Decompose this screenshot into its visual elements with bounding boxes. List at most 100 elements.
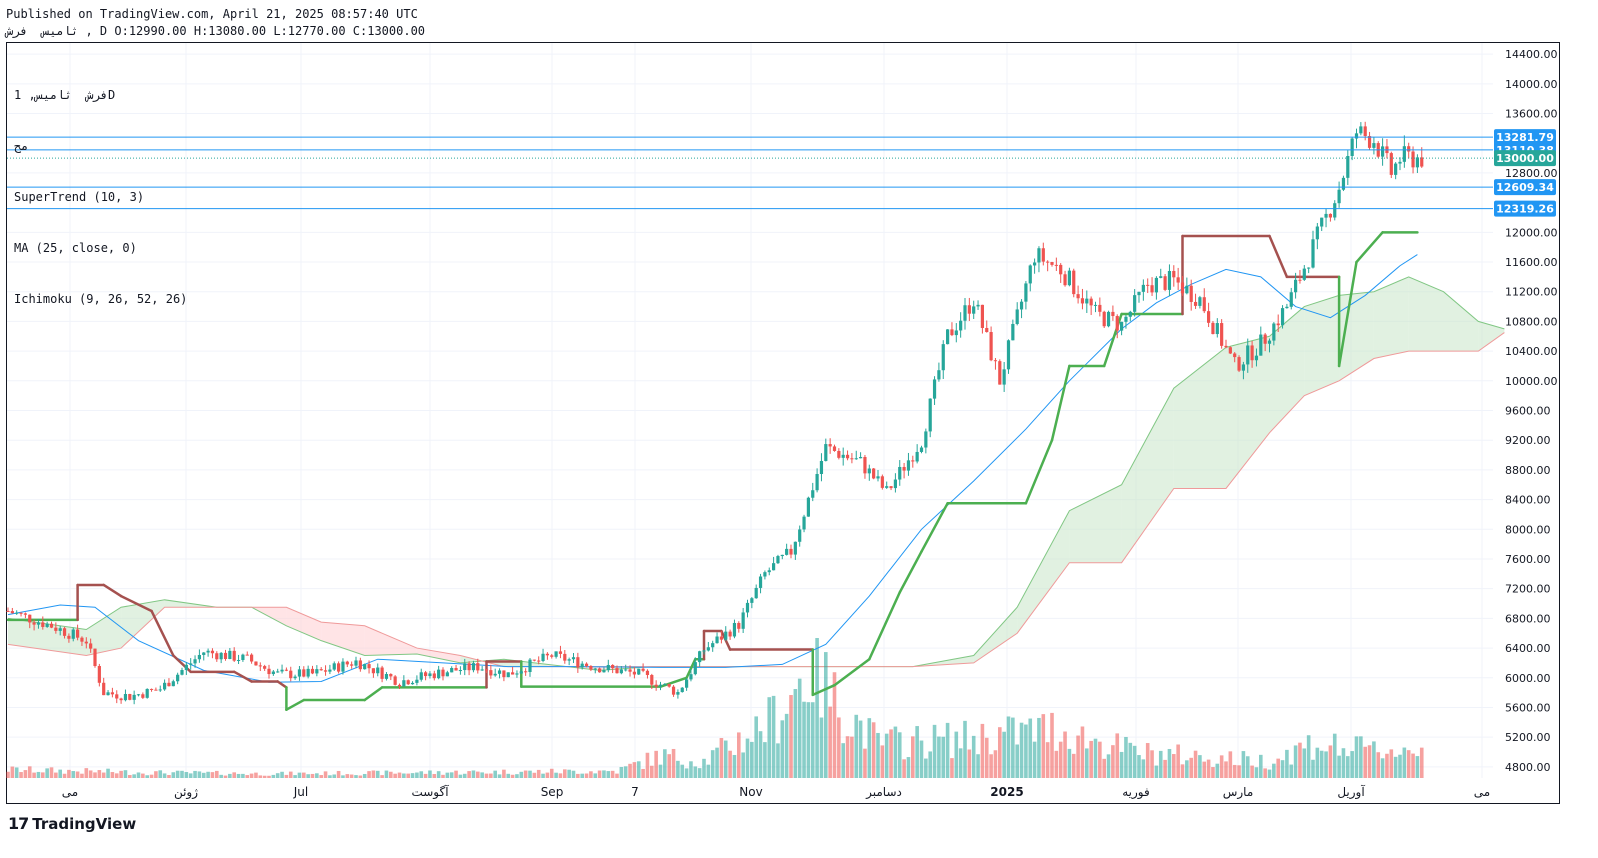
volume-bar xyxy=(1311,759,1315,778)
volume-bar xyxy=(1180,764,1185,778)
candle-body xyxy=(528,659,532,673)
legend-symbol[interactable]: فرش ثامیس, 1D xyxy=(14,87,187,104)
price-tick-label: 8400.00 xyxy=(1505,494,1551,507)
volume-bar xyxy=(197,771,202,778)
candle-body xyxy=(985,327,989,333)
volume-bar xyxy=(589,771,593,778)
cloud-segment xyxy=(1121,388,1174,563)
volume-bar xyxy=(928,751,932,778)
volume-bar xyxy=(563,769,567,778)
volume-bar xyxy=(1237,765,1241,778)
volume-bar xyxy=(362,773,367,778)
candle-body xyxy=(589,666,593,670)
volume-bar xyxy=(1141,759,1146,778)
chart-canvas[interactable]: 13281.7913110.3812609.3412319.2613000.00… xyxy=(0,0,1598,858)
volume-bar xyxy=(684,768,689,778)
candle-body xyxy=(454,667,458,671)
volume-bar xyxy=(49,767,54,778)
volume-bar xyxy=(175,770,180,778)
candle-body xyxy=(1254,355,1259,361)
volume-bar xyxy=(1245,756,1250,778)
volume-bar xyxy=(236,773,241,778)
candle-body xyxy=(963,305,967,321)
candle-body xyxy=(1011,323,1015,341)
candle-body xyxy=(832,446,837,451)
volume-bar xyxy=(850,736,854,778)
candle-body xyxy=(1172,270,1176,278)
volume-bar xyxy=(998,727,1002,778)
candle-body xyxy=(1180,282,1185,294)
volume-bar xyxy=(506,773,511,778)
candle-body xyxy=(1407,146,1411,152)
candle-body xyxy=(1420,157,1424,167)
legend-ma[interactable]: MA (25, close, 0) xyxy=(14,240,187,257)
volume-bar xyxy=(449,772,454,778)
candle-body xyxy=(458,670,462,672)
volume-bar xyxy=(876,732,880,778)
candle-body xyxy=(76,629,80,638)
volume-bar xyxy=(54,772,58,778)
time-tick-label: Sep xyxy=(541,785,564,799)
candle-body xyxy=(280,669,284,672)
candle-body xyxy=(567,659,571,661)
candle-body xyxy=(376,667,380,674)
volume-bar xyxy=(858,720,863,778)
candle-body xyxy=(293,676,297,679)
volume-bar xyxy=(80,773,84,778)
volume-bar xyxy=(789,695,793,778)
volume-bar xyxy=(1372,741,1376,778)
volume-bar xyxy=(558,773,563,778)
volume-bar xyxy=(406,773,410,778)
volume-bar xyxy=(1211,767,1215,778)
volume-bar xyxy=(19,772,23,778)
price-tick-label: 8000.00 xyxy=(1505,523,1551,536)
volume-bar xyxy=(911,736,915,778)
candle-body xyxy=(1133,295,1137,312)
price-tick-label: 14000.00 xyxy=(1505,78,1558,91)
volume-bar xyxy=(462,773,467,778)
candle-body xyxy=(1241,364,1245,371)
volume-bar xyxy=(615,773,619,778)
volume-bar xyxy=(741,752,745,778)
volume-bar xyxy=(206,771,210,778)
volume-bar xyxy=(1154,765,1159,778)
volume-bar xyxy=(193,770,197,778)
price-tick-label: 12000.00 xyxy=(1505,226,1558,239)
candle-body xyxy=(419,672,423,680)
supertrend-segment xyxy=(898,550,923,594)
volume-bar xyxy=(1128,742,1133,778)
time-tick-label: دسامبر xyxy=(865,785,902,800)
volume-bar xyxy=(336,770,341,778)
volume-bar xyxy=(306,774,310,778)
candle-body xyxy=(980,304,984,328)
candle-body xyxy=(1302,268,1306,280)
candle-body xyxy=(371,668,375,674)
candle-body xyxy=(728,631,732,637)
volume-bar xyxy=(215,770,219,778)
volume-bar xyxy=(941,736,946,778)
candle-body xyxy=(1363,126,1367,137)
candle-body xyxy=(811,490,815,498)
candle-body xyxy=(502,670,506,678)
volume-bar xyxy=(1080,726,1085,778)
legend-ichimoku[interactable]: Ichimoku (9, 26, 52, 26) xyxy=(14,291,187,308)
cloud-segment xyxy=(286,607,322,641)
volume-bar xyxy=(423,773,428,778)
volume-bar xyxy=(275,773,280,778)
time-tick-label: مارس xyxy=(1223,785,1254,800)
legend-supertrend[interactable]: SuperTrend (10, 3) xyxy=(14,189,187,206)
volume-bar xyxy=(1215,763,1220,778)
tradingview-brand[interactable]: 17 TradingView xyxy=(8,814,136,833)
price-tick-label: 8800.00 xyxy=(1505,464,1551,477)
volume-bar xyxy=(484,773,489,778)
volume-bar xyxy=(441,774,445,778)
volume-bar xyxy=(837,717,841,778)
candle-body xyxy=(754,587,758,599)
volume-bar xyxy=(706,764,711,778)
candle-body xyxy=(624,669,628,671)
candle-body xyxy=(136,694,141,696)
cloud-segment xyxy=(973,607,1018,663)
volume-bar xyxy=(328,775,332,778)
volume-bar xyxy=(1115,733,1120,778)
volume-bar xyxy=(1202,761,1207,778)
